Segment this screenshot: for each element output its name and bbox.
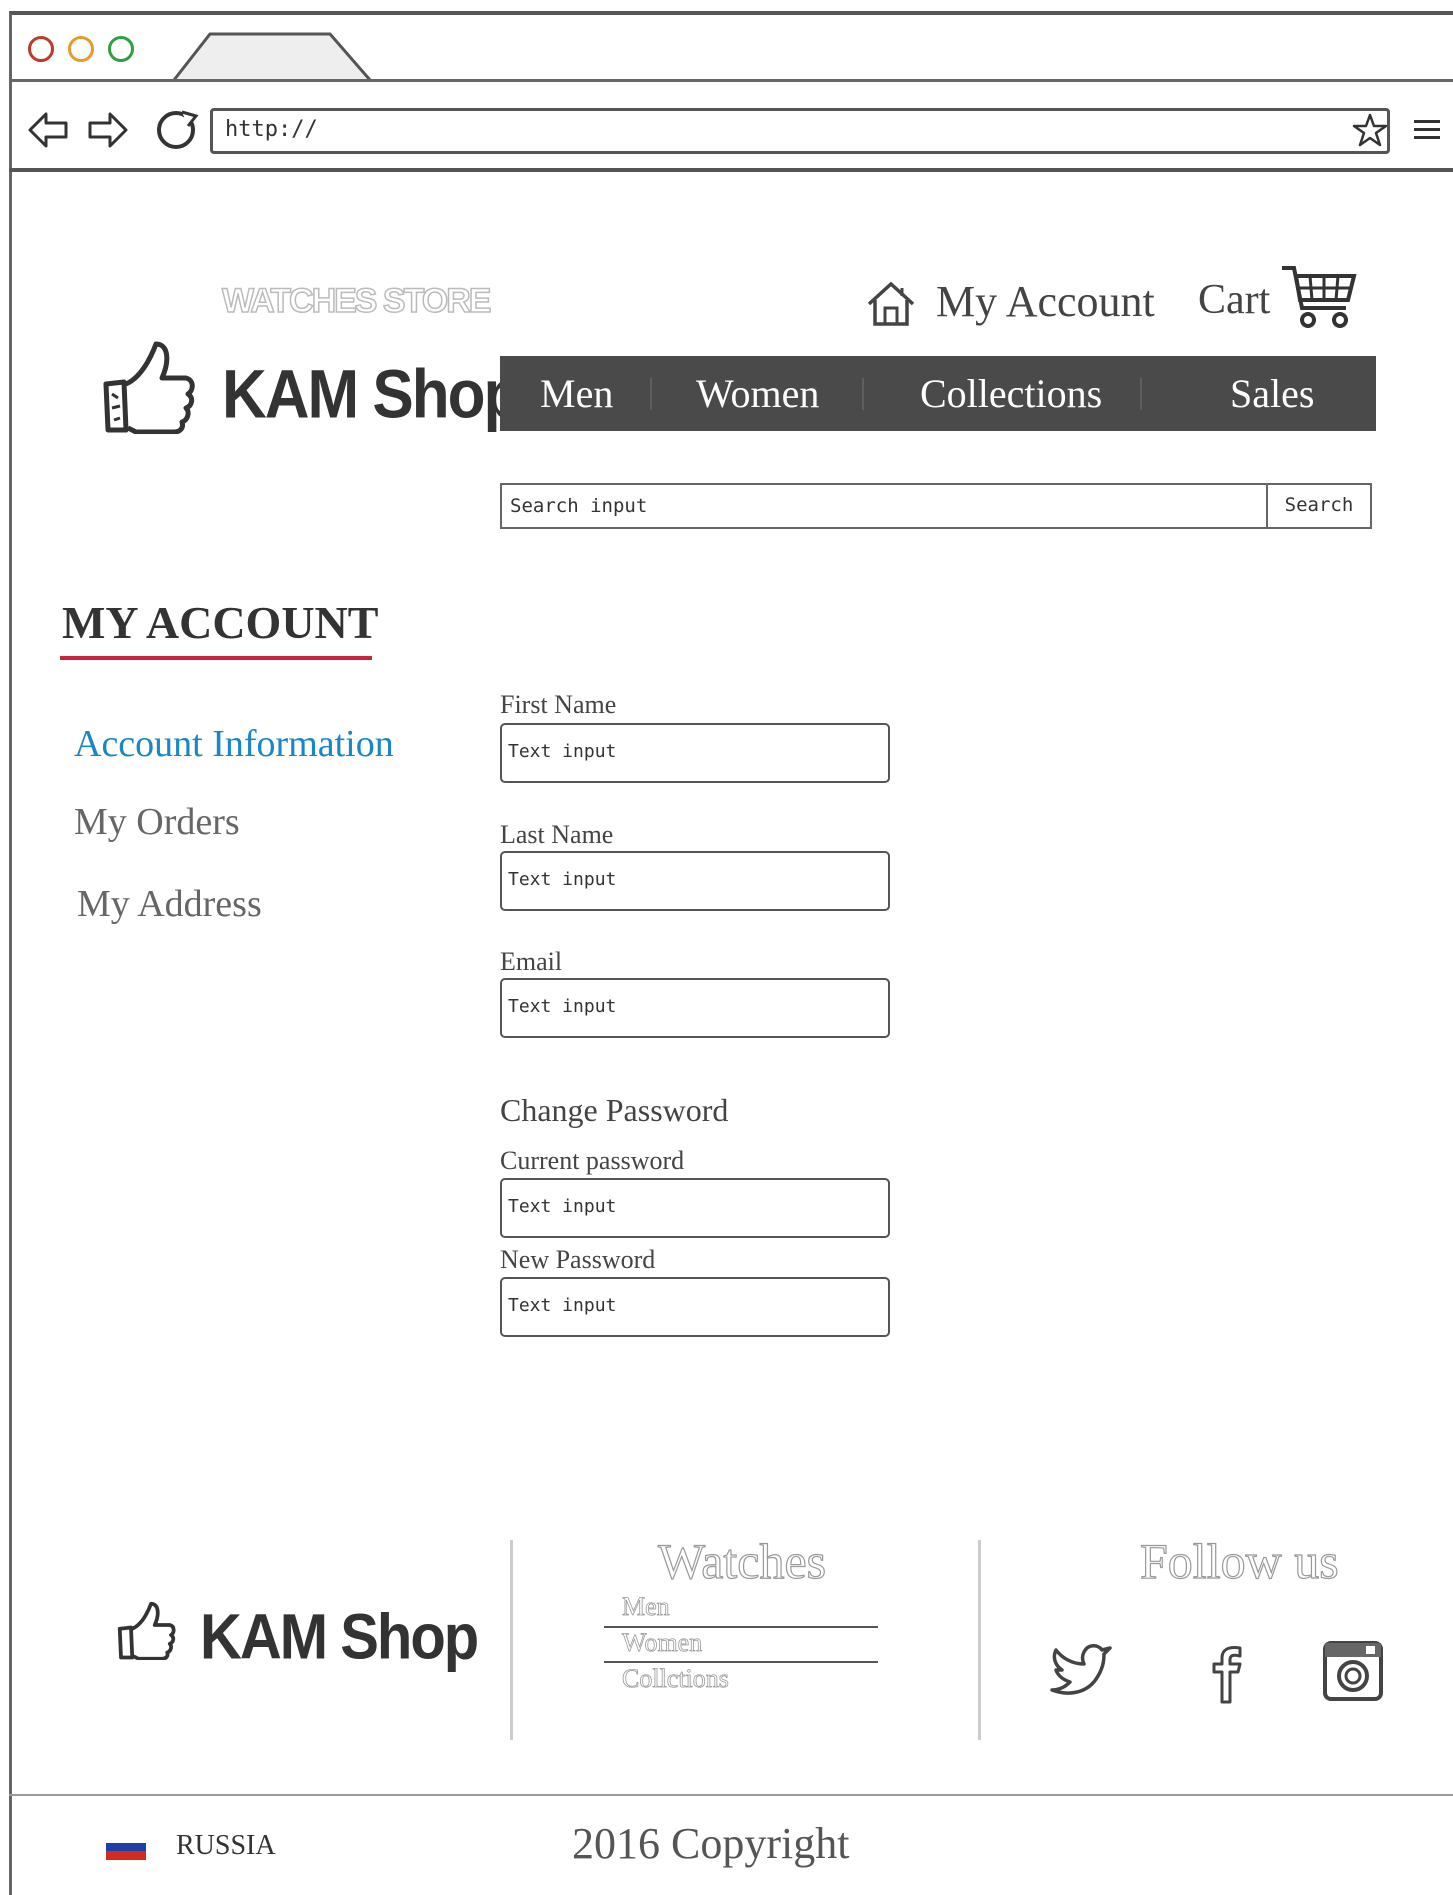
country-selector[interactable]: RUSSIA	[176, 1830, 276, 1862]
hamburger-menu-icon[interactable]	[1414, 120, 1440, 140]
email-field[interactable]: Text input	[500, 978, 890, 1038]
new-password-placeholder: Text input	[508, 1295, 617, 1316]
instagram-icon[interactable]	[1322, 1640, 1384, 1702]
footer-link-women[interactable]: Women	[622, 1628, 703, 1658]
brand-logo-text[interactable]: KAM Shop	[222, 356, 521, 434]
email-label: Email	[500, 947, 563, 976]
nav-item-women[interactable]: Women	[696, 356, 819, 431]
brand-tagline: WATCHES STORE	[221, 281, 492, 321]
footer-link-rule	[604, 1661, 878, 1663]
sidebar-item-my-address[interactable]: My Address	[77, 882, 262, 926]
footer-watches-heading: Watches	[657, 1532, 827, 1589]
back-arrow-icon[interactable]	[26, 110, 70, 150]
first-name-field[interactable]: Text input	[500, 723, 890, 783]
search-button[interactable]: Search	[1266, 483, 1372, 529]
footer-follow-heading: Follow us	[1139, 1532, 1339, 1589]
nav-item-sales[interactable]: Sales	[1230, 356, 1314, 431]
footer-brand-text[interactable]: KAM Shop	[200, 1600, 479, 1674]
last-name-placeholder: Text input	[508, 869, 617, 890]
address-bar[interactable]: http://	[210, 108, 1390, 154]
twitter-icon[interactable]	[1048, 1640, 1114, 1704]
nav-separator	[862, 378, 864, 410]
section-title-underline	[60, 656, 372, 660]
new-password-field[interactable]: Text input	[500, 1277, 890, 1337]
search-input[interactable]: Search input	[500, 483, 1268, 529]
footer-divider	[978, 1540, 981, 1740]
last-name-field[interactable]: Text input	[500, 851, 890, 911]
nav-separator	[1140, 378, 1142, 410]
address-bar-url: http://	[225, 117, 318, 142]
footer-thumbs-up-icon	[117, 1601, 176, 1660]
current-password-label: Current password	[500, 1146, 685, 1175]
footer-bottom-rule	[9, 1794, 1453, 1796]
maximize-window-button[interactable]	[108, 36, 134, 62]
last-name-label: Last Name	[500, 820, 614, 849]
tab-bar-divider	[9, 79, 1453, 82]
reload-icon[interactable]	[152, 106, 202, 154]
browser-tab[interactable]	[170, 30, 380, 82]
current-password-placeholder: Text input	[508, 1196, 617, 1217]
nav-separator	[650, 378, 652, 410]
sidebar-item-my-orders[interactable]: My Orders	[74, 800, 240, 844]
footer-link-collections[interactable]: Collctions	[622, 1664, 730, 1694]
russia-flag-icon[interactable]	[106, 1834, 146, 1860]
close-window-button[interactable]	[28, 36, 54, 62]
copyright-text: 2016 Copyright	[572, 1819, 850, 1868]
minimize-window-button[interactable]	[68, 36, 94, 62]
section-title: MY ACCOUNT	[62, 597, 379, 648]
current-password-field[interactable]: Text input	[500, 1178, 890, 1238]
shopping-cart-icon[interactable]	[1280, 262, 1358, 334]
footer-divider	[510, 1540, 513, 1740]
change-password-heading: Change Password	[500, 1092, 729, 1128]
thumbs-up-logo-icon[interactable]	[100, 338, 196, 434]
facebook-icon[interactable]	[1210, 1644, 1246, 1704]
nav-item-collections[interactable]: Collections	[920, 356, 1102, 431]
sidebar-item-account-information[interactable]: Account Information	[74, 722, 394, 766]
toolbar-bottom-border	[9, 168, 1453, 172]
my-account-link[interactable]: My Account	[936, 276, 1155, 327]
bookmark-star-icon[interactable]	[1352, 112, 1388, 148]
email-placeholder: Text input	[508, 996, 617, 1017]
first-name-placeholder: Text input	[508, 741, 617, 762]
main-nav: Men Women Collections Sales	[500, 356, 1376, 431]
first-name-label: First Name	[500, 690, 617, 719]
nav-item-men[interactable]: Men	[540, 356, 613, 431]
cart-link[interactable]: Cart	[1198, 276, 1270, 324]
new-password-label: New Password	[500, 1245, 656, 1274]
footer-link-men[interactable]: Men	[622, 1592, 670, 1622]
search-placeholder: Search input	[510, 495, 648, 517]
home-icon[interactable]	[866, 280, 916, 328]
forward-arrow-icon[interactable]	[86, 110, 130, 150]
